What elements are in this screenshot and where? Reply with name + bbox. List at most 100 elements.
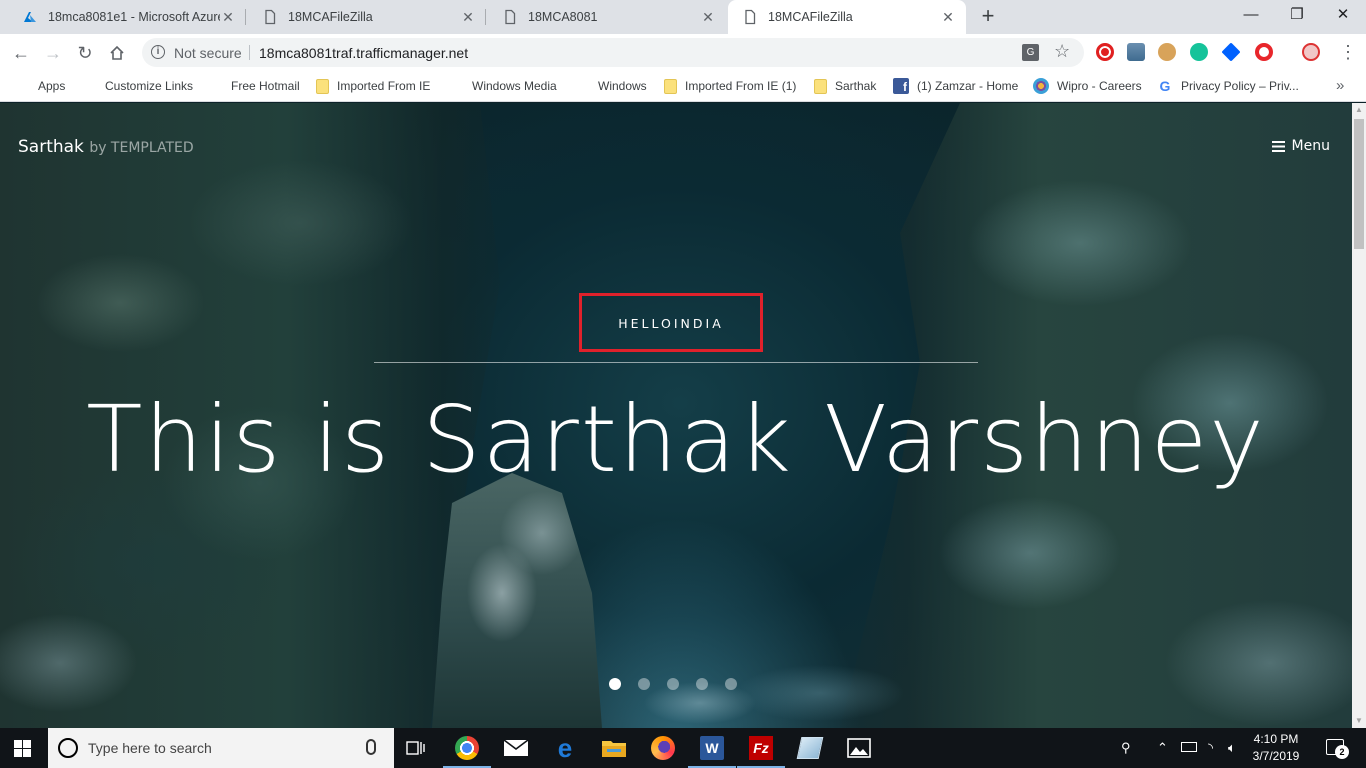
azure-icon — [22, 9, 38, 25]
tab-18mca8081[interactable]: 18MCA8081 ✕ — [488, 0, 726, 34]
site-logo[interactable]: Sarthak by TEMPLATED — [18, 137, 194, 157]
url-text[interactable]: 18mca8081traf.trafficmanager.net — [259, 45, 468, 61]
more-vertical-icon: ⋮ — [1339, 42, 1357, 62]
bookmark-free-hotmail[interactable]: Free Hotmail — [207, 77, 300, 95]
volume-icon[interactable]: 🔈︎ — [1228, 740, 1236, 756]
slider-dot-1[interactable] — [609, 678, 621, 690]
system-clock[interactable]: 4:10 PM 3/7/2019 — [1246, 731, 1306, 765]
photos-icon — [847, 738, 871, 758]
bookmark-customize-links[interactable]: Customize Links — [81, 77, 193, 95]
close-icon[interactable]: ✕ — [700, 9, 716, 25]
taskbar-firefox[interactable] — [649, 734, 677, 762]
extension-grammarly-icon[interactable] — [1190, 43, 1208, 61]
google-icon: G — [1159, 78, 1171, 94]
clock-time: 4:10 PM — [1253, 732, 1299, 746]
battery-icon[interactable] — [1181, 742, 1197, 752]
windows-taskbar: Type here to search e W Fz ⚲ ⌃ ◝ 🔈︎ 4:10… — [0, 728, 1366, 768]
new-tab-button[interactable]: + — [976, 5, 1000, 29]
extension-dropbox-icon[interactable] — [1221, 42, 1241, 62]
bookmark-windows-media[interactable]: Windows Media — [448, 77, 557, 95]
taskbar-notes[interactable] — [796, 734, 824, 762]
slider-dot-2[interactable] — [638, 678, 650, 690]
extension-cookie-icon[interactable] — [1158, 43, 1176, 61]
extension-opera-icon[interactable] — [1255, 43, 1273, 61]
bookmark-imported-from-ie[interactable]: Imported From IE — [316, 77, 430, 95]
translate-icon[interactable]: G — [1022, 44, 1039, 61]
close-icon[interactable]: ✕ — [220, 9, 236, 25]
info-icon[interactable]: i — [151, 45, 165, 59]
show-hidden-icons-chevron-up-icon[interactable]: ⌃ — [1157, 740, 1168, 756]
reload-button[interactable]: ↻ — [72, 40, 98, 66]
bookmark-apps[interactable]: Apps — [14, 77, 65, 95]
scroll-down-icon[interactable]: ▼ — [1352, 714, 1366, 728]
bookmark-imported-from-ie-1[interactable]: Imported From IE (1) — [664, 77, 796, 95]
bookmark-sarthak[interactable]: Sarthak — [814, 77, 876, 95]
bookmark-privacy-policy[interactable]: G Privacy Policy – Priv... — [1157, 77, 1299, 95]
task-view-icon — [406, 741, 425, 755]
taskbar-word[interactable]: W — [688, 734, 736, 768]
logo-name: Sarthak — [18, 137, 84, 157]
bookmark-windows[interactable]: Windows — [574, 77, 647, 95]
taskbar-edge[interactable]: e — [551, 734, 579, 762]
tab-title: 18mca8081e1 - Microsoft Azure — [48, 10, 220, 24]
page-icon — [742, 9, 758, 25]
menu-button[interactable]: Menu — [1271, 138, 1330, 154]
tab-title: 18MCAFileZilla — [288, 10, 373, 24]
extension-screenshot-icon[interactable] — [1127, 43, 1145, 61]
scrollbar-thumb[interactable] — [1354, 119, 1364, 249]
filezilla-icon: Fz — [749, 736, 773, 760]
mail-icon — [503, 739, 529, 756]
taskbar-file-explorer[interactable] — [600, 734, 628, 762]
slider-dot-5[interactable] — [725, 678, 737, 690]
tab-azure[interactable]: 18mca8081e1 - Microsoft Azure ✕ — [8, 0, 246, 34]
profile-avatar[interactable] — [1302, 43, 1320, 61]
close-icon[interactable]: ✕ — [940, 9, 956, 25]
page-scrollbar[interactable]: ▲ ▼ — [1352, 103, 1366, 728]
home-button[interactable] — [104, 40, 130, 66]
close-window-button[interactable]: ✕ — [1320, 0, 1366, 30]
taskbar-photos[interactable] — [845, 734, 873, 762]
taskbar-chrome[interactable] — [443, 734, 491, 768]
folder-icon — [602, 741, 626, 757]
notification-count-badge: 2 — [1335, 745, 1349, 759]
close-icon[interactable]: ✕ — [460, 9, 476, 25]
microphone-icon[interactable] — [366, 739, 376, 755]
wifi-icon[interactable]: ◝ — [1208, 740, 1213, 756]
chrome-icon — [455, 736, 479, 760]
address-bar[interactable]: i Not secure 18mca8081traf.trafficmanage… — [142, 38, 1084, 67]
bookmark-zamzar[interactable]: f (1) Zamzar - Home — [893, 77, 1018, 95]
page-icon — [262, 9, 278, 25]
people-icon[interactable]: ⚲ — [1121, 740, 1131, 756]
browser-menu-button[interactable]: ⋮ — [1338, 42, 1358, 62]
taskbar-search-placeholder: Type here to search — [88, 740, 212, 756]
action-center-button[interactable]: 2 — [1326, 739, 1349, 759]
taskbar-mail[interactable] — [502, 734, 530, 762]
task-view-button[interactable] — [402, 734, 430, 762]
back-button[interactable]: ← — [8, 40, 34, 66]
slider-dot-3[interactable] — [667, 678, 679, 690]
extension-adblock-icon[interactable] — [1096, 43, 1114, 61]
chevron-double-right-icon: » — [1336, 77, 1345, 94]
taskbar-filezilla[interactable]: Fz — [737, 734, 785, 768]
taskbar-search[interactable]: Type here to search — [48, 728, 394, 768]
microsoft-logo-icon — [574, 78, 590, 94]
tab-strip: 18mca8081e1 - Microsoft Azure ✕ 18MCAFil… — [0, 0, 1366, 34]
slider-dot-4[interactable] — [696, 678, 708, 690]
restore-button[interactable]: ❐ — [1274, 0, 1320, 30]
menu-label: Menu — [1291, 138, 1330, 154]
slider-dots — [609, 678, 737, 690]
edge-icon: e — [557, 733, 573, 763]
hero-divider — [374, 362, 978, 363]
bookmarks-overflow-button[interactable]: » — [1336, 77, 1344, 94]
security-label: Not secure — [174, 45, 242, 61]
bookmark-star-icon[interactable]: ☆ — [1054, 41, 1070, 62]
bookmark-wipro-careers[interactable]: Wipro - Careers — [1033, 77, 1142, 95]
microsoft-logo-icon — [448, 78, 464, 94]
scroll-up-icon[interactable]: ▲ — [1352, 103, 1366, 117]
hero-banner: Sarthak by TEMPLATED Menu HELLOINDIA Thi… — [0, 103, 1352, 728]
start-button[interactable] — [14, 740, 31, 757]
tab-filezilla-active[interactable]: 18MCAFileZilla ✕ — [728, 0, 966, 34]
forward-button[interactable]: → — [40, 40, 66, 66]
minimize-button[interactable]: — — [1228, 0, 1274, 30]
tab-filezilla-1[interactable]: 18MCAFileZilla ✕ — [248, 0, 486, 34]
